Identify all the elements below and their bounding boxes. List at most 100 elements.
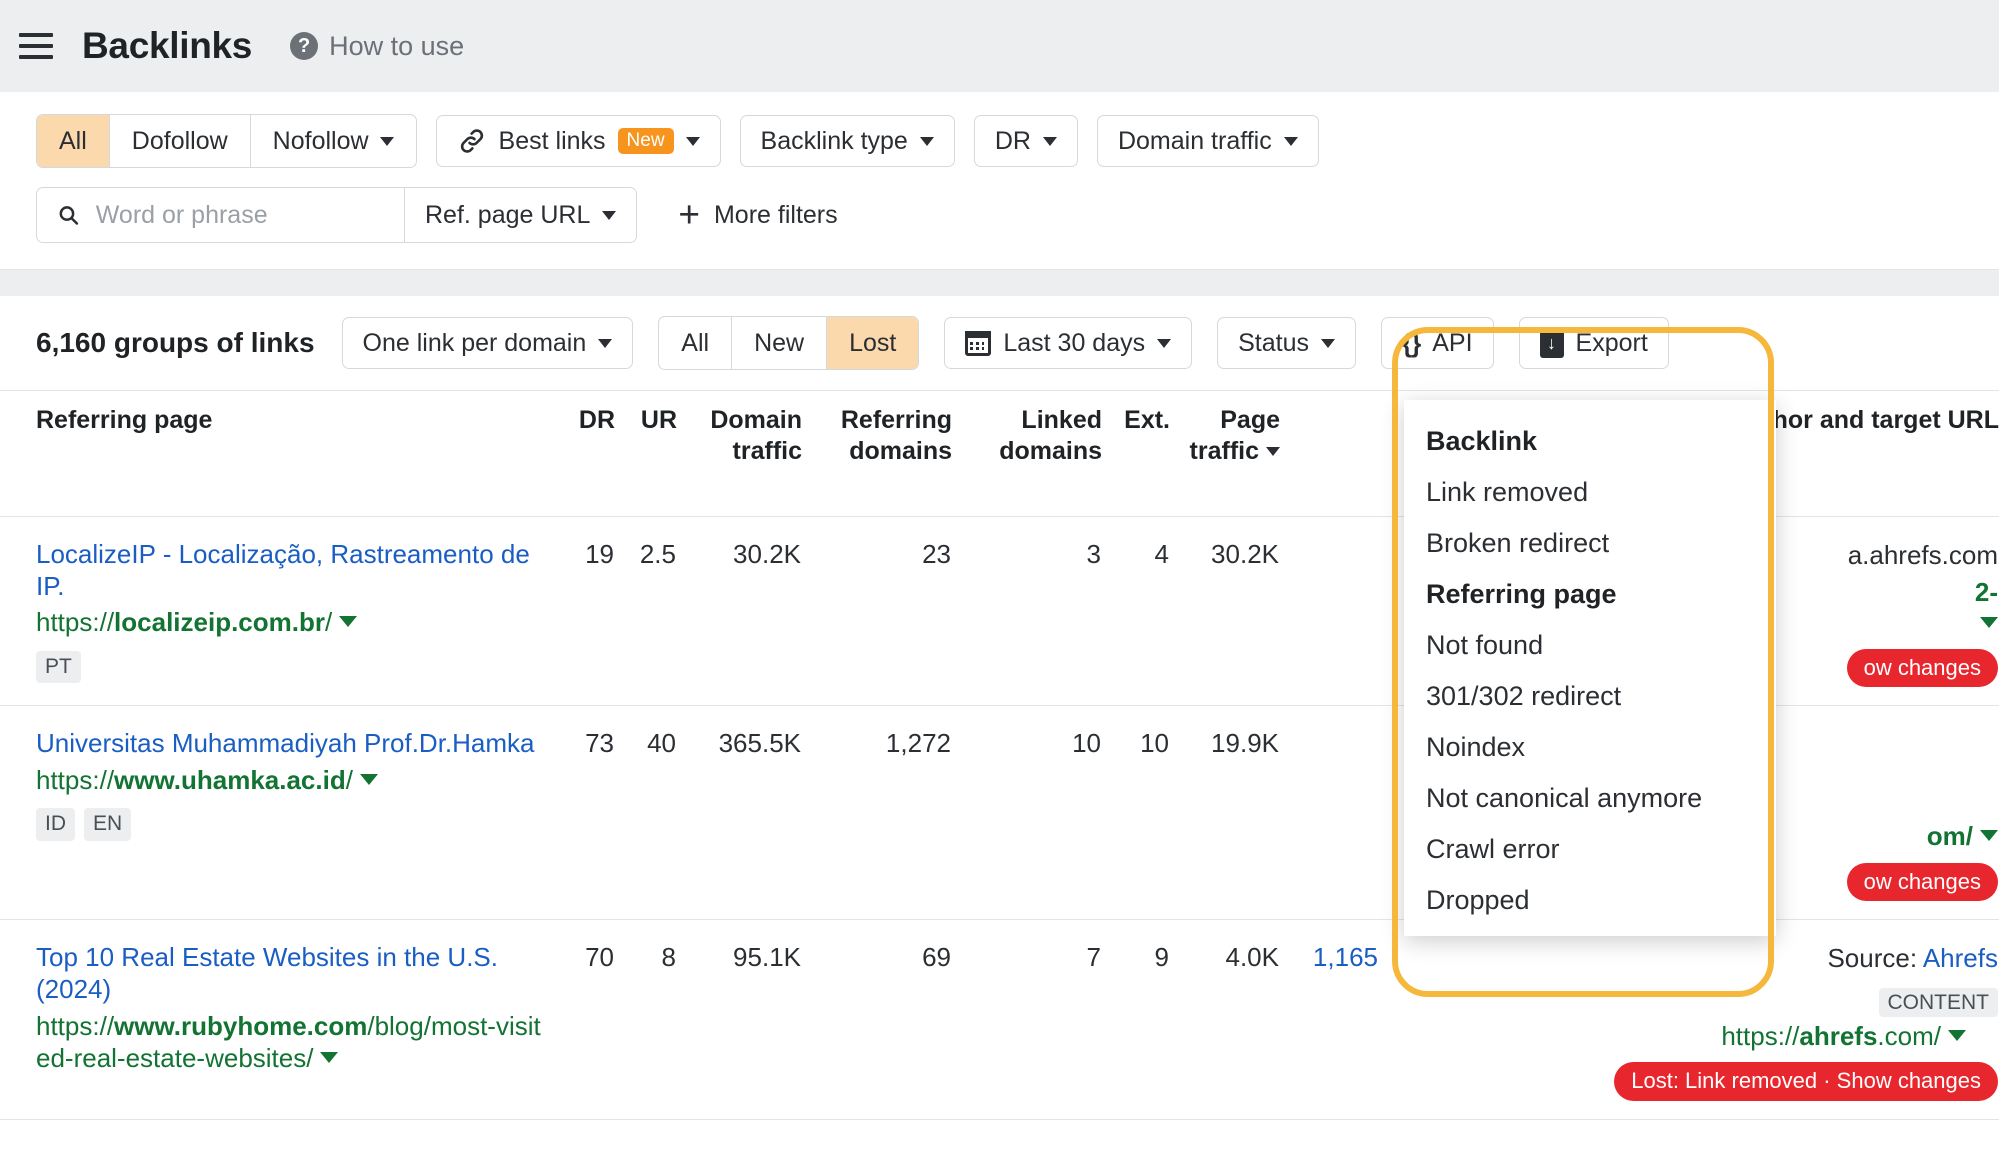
linked-domains-cell[interactable]: 3: [952, 516, 1102, 707]
menu-item-not-canonical-anymore[interactable]: Not canonical anymore: [1404, 773, 1776, 824]
export-button[interactable]: ↓ Export: [1518, 317, 1669, 369]
referring-domains-cell[interactable]: 23: [802, 516, 952, 707]
url-domain: localizeip.com.br: [114, 607, 325, 638]
linked-domains-cell[interactable]: 10: [952, 705, 1102, 921]
chevron-down-icon[interactable]: [1980, 830, 1998, 842]
filter-all[interactable]: All: [37, 115, 110, 167]
lost-status-pill[interactable]: Lost: Link removed · Show changes: [1614, 1062, 1998, 1101]
status-filter-button[interactable]: Status: [1217, 317, 1356, 369]
filter-dofollow[interactable]: Dofollow: [110, 115, 251, 167]
table-row: Top 10 Real Estate Websites in the U.S. …: [0, 919, 1999, 1120]
state-new[interactable]: New: [732, 317, 828, 369]
lost-status-pill[interactable]: ow changes: [1846, 648, 1998, 688]
chevron-down-icon[interactable]: [339, 616, 358, 628]
more-filters-button[interactable]: + More filters: [678, 194, 837, 236]
menu-item-link-removed[interactable]: Link removed: [1404, 467, 1776, 518]
referring-domains-cell[interactable]: 69: [802, 919, 952, 1120]
dr-filter[interactable]: DR: [973, 115, 1078, 167]
menu-group-backlink: Backlink: [1426, 426, 1538, 456]
anchor-count[interactable]: 1,165: [1290, 942, 1378, 973]
dr-label: DR: [994, 126, 1031, 155]
api-button[interactable]: {} API: [1380, 317, 1494, 369]
calendar-icon: [965, 330, 992, 356]
state-lost[interactable]: Lost: [827, 317, 919, 369]
domain-traffic-cell: 95.1K: [677, 919, 802, 1120]
language-tag: EN: [84, 808, 132, 841]
col-domain-traffic-label: Domain traffic: [710, 406, 802, 465]
target-url-text: om/: [1926, 821, 1973, 852]
language-tags: ID EN: [36, 808, 554, 841]
menu-item-noindex[interactable]: Noindex: [1404, 722, 1776, 773]
chevron-down-icon[interactable]: [320, 1051, 339, 1063]
col-page-traffic[interactable]: Page traffic: [1170, 390, 1280, 517]
hamburger-menu-icon[interactable]: [14, 24, 58, 68]
filter-row-secondary: Ref. page URL + More filters: [36, 187, 1999, 243]
chevron-down-icon[interactable]: [1980, 616, 1998, 628]
search-input[interactable]: [93, 199, 384, 231]
menu-group-referring-page: Referring page: [1426, 579, 1617, 609]
ext-cell[interactable]: 4: [1102, 516, 1170, 707]
export-label: Export: [1575, 328, 1648, 357]
best-links-button[interactable]: Best links New: [435, 115, 721, 167]
filter-nofollow[interactable]: Nofollow: [251, 115, 416, 167]
col-ext[interactable]: Ext.: [1102, 390, 1170, 517]
search-box[interactable]: [37, 188, 405, 242]
linked-domains-cell[interactable]: 7: [952, 919, 1102, 1120]
how-to-use-link[interactable]: ? How to use: [290, 31, 464, 62]
target-url[interactable]: https://ahrefs.com/: [1406, 1020, 1966, 1052]
backlink-type-filter[interactable]: Backlink type: [739, 115, 955, 167]
target-prefix: https://: [1721, 1020, 1800, 1051]
menu-item-dropped[interactable]: Dropped: [1404, 875, 1776, 926]
ref-page-url-selector[interactable]: Ref. page URL: [405, 188, 636, 242]
referring-page-title[interactable]: LocalizeIP - Localização, Rastreamento d…: [36, 539, 554, 602]
domain-traffic-filter[interactable]: Domain traffic: [1096, 115, 1319, 167]
col-referring-domains-label: Referring domains: [840, 406, 952, 465]
col-dr[interactable]: DR: [555, 390, 615, 517]
ur-cell: 40: [615, 705, 677, 921]
col-referring-domains[interactable]: Referring domains: [802, 390, 952, 517]
lost-status-pill[interactable]: ow changes: [1846, 862, 1998, 902]
target-url-text: 2-: [1974, 576, 1998, 607]
filter-row-primary: All Dofollow Nofollow Best links New Bac…: [36, 114, 1999, 168]
referring-page-url[interactable]: https://www.rubyhome.com/blog/most-visit…: [36, 1010, 554, 1074]
dr-cell: 70: [555, 919, 615, 1120]
menu-item-301-302-redirect[interactable]: 301/302 redirect: [1404, 671, 1776, 722]
state-all[interactable]: All: [659, 317, 733, 369]
ext-cell[interactable]: 10: [1102, 705, 1170, 921]
dr-cell: 19: [555, 516, 615, 707]
col-linked-domains[interactable]: Linked domains: [952, 390, 1102, 517]
domain-traffic-cell: 365.5K: [677, 705, 802, 921]
language-tag: PT: [36, 650, 81, 683]
col-ur[interactable]: UR: [615, 390, 677, 517]
status-label: Status: [1238, 328, 1309, 357]
referring-page-title[interactable]: Top 10 Real Estate Websites in the U.S. …: [36, 942, 554, 1005]
new-badge: New: [617, 127, 674, 155]
referring-page-url[interactable]: https://www.uhamka.ac.id/: [36, 764, 554, 796]
referring-domains-cell[interactable]: 1,272: [802, 705, 952, 921]
date-range-selector[interactable]: Last 30 days: [944, 317, 1193, 369]
menu-item-not-found[interactable]: Not found: [1404, 620, 1776, 671]
anchor-link[interactable]: Ahrefs: [1923, 943, 1998, 973]
chevron-down-icon[interactable]: [1948, 1029, 1966, 1041]
menu-item-broken-redirect[interactable]: Broken redirect: [1404, 518, 1776, 569]
menu-item-crawl-error[interactable]: Crawl error: [1404, 824, 1776, 875]
referring-page-title[interactable]: Universitas Muhammadiyah Prof.Dr.Hamka: [36, 728, 554, 760]
ref-page-url-label: Ref. page URL: [425, 200, 591, 229]
referring-page-cell: LocalizeIP - Localização, Rastreamento d…: [0, 516, 555, 707]
referring-page-cell: Universitas Muhammadiyah Prof.Dr.Hamka h…: [0, 705, 555, 921]
domain-traffic-cell: 30.2K: [677, 516, 802, 707]
chevron-down-icon[interactable]: [359, 774, 378, 786]
col-domain-traffic[interactable]: Domain traffic: [677, 390, 802, 517]
col-referring-page[interactable]: Referring page: [0, 390, 555, 517]
grouping-selector[interactable]: One link per domain: [341, 317, 634, 369]
anchor-text: Source: Ahrefs: [1406, 942, 1998, 975]
chevron-down-icon: [919, 136, 934, 146]
plus-icon: +: [678, 194, 700, 236]
referring-page-url[interactable]: https://localizeip.com.br/: [36, 606, 554, 638]
backlink-type-label: Backlink type: [760, 126, 908, 155]
status-dropdown-menu: Backlink Link removed Broken redirect Re…: [1404, 400, 1776, 936]
how-to-use-label: How to use: [329, 30, 465, 61]
question-mark-icon: ?: [290, 32, 319, 60]
chevron-down-icon: [379, 136, 394, 146]
ext-cell[interactable]: 9: [1102, 919, 1170, 1120]
